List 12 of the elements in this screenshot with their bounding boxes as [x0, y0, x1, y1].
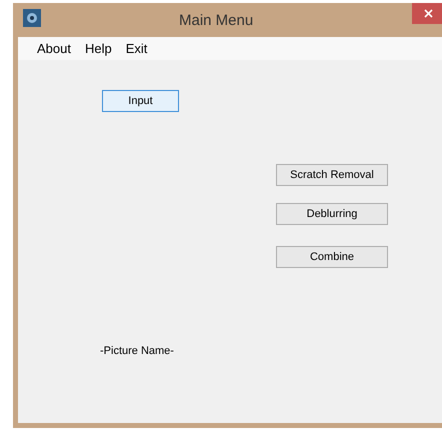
- form-button[interactable]: Scratch Removal: [276, 164, 388, 186]
- menu-item[interactable]: Exit: [126, 38, 148, 58]
- menu-item[interactable]: Help: [84, 38, 112, 58]
- app-icon: [23, 9, 41, 27]
- close-icon: [424, 9, 432, 18]
- form-button[interactable]: Combine: [276, 246, 388, 268]
- menu-item[interactable]: About: [37, 38, 71, 58]
- form-button[interactable]: Input: [102, 90, 179, 112]
- window-title: Main Menu: [179, 11, 254, 31]
- picture-name-label: -Picture Name-: [100, 344, 174, 359]
- form-button[interactable]: Deblurring: [276, 203, 388, 225]
- close-button[interactable]: [412, 3, 442, 24]
